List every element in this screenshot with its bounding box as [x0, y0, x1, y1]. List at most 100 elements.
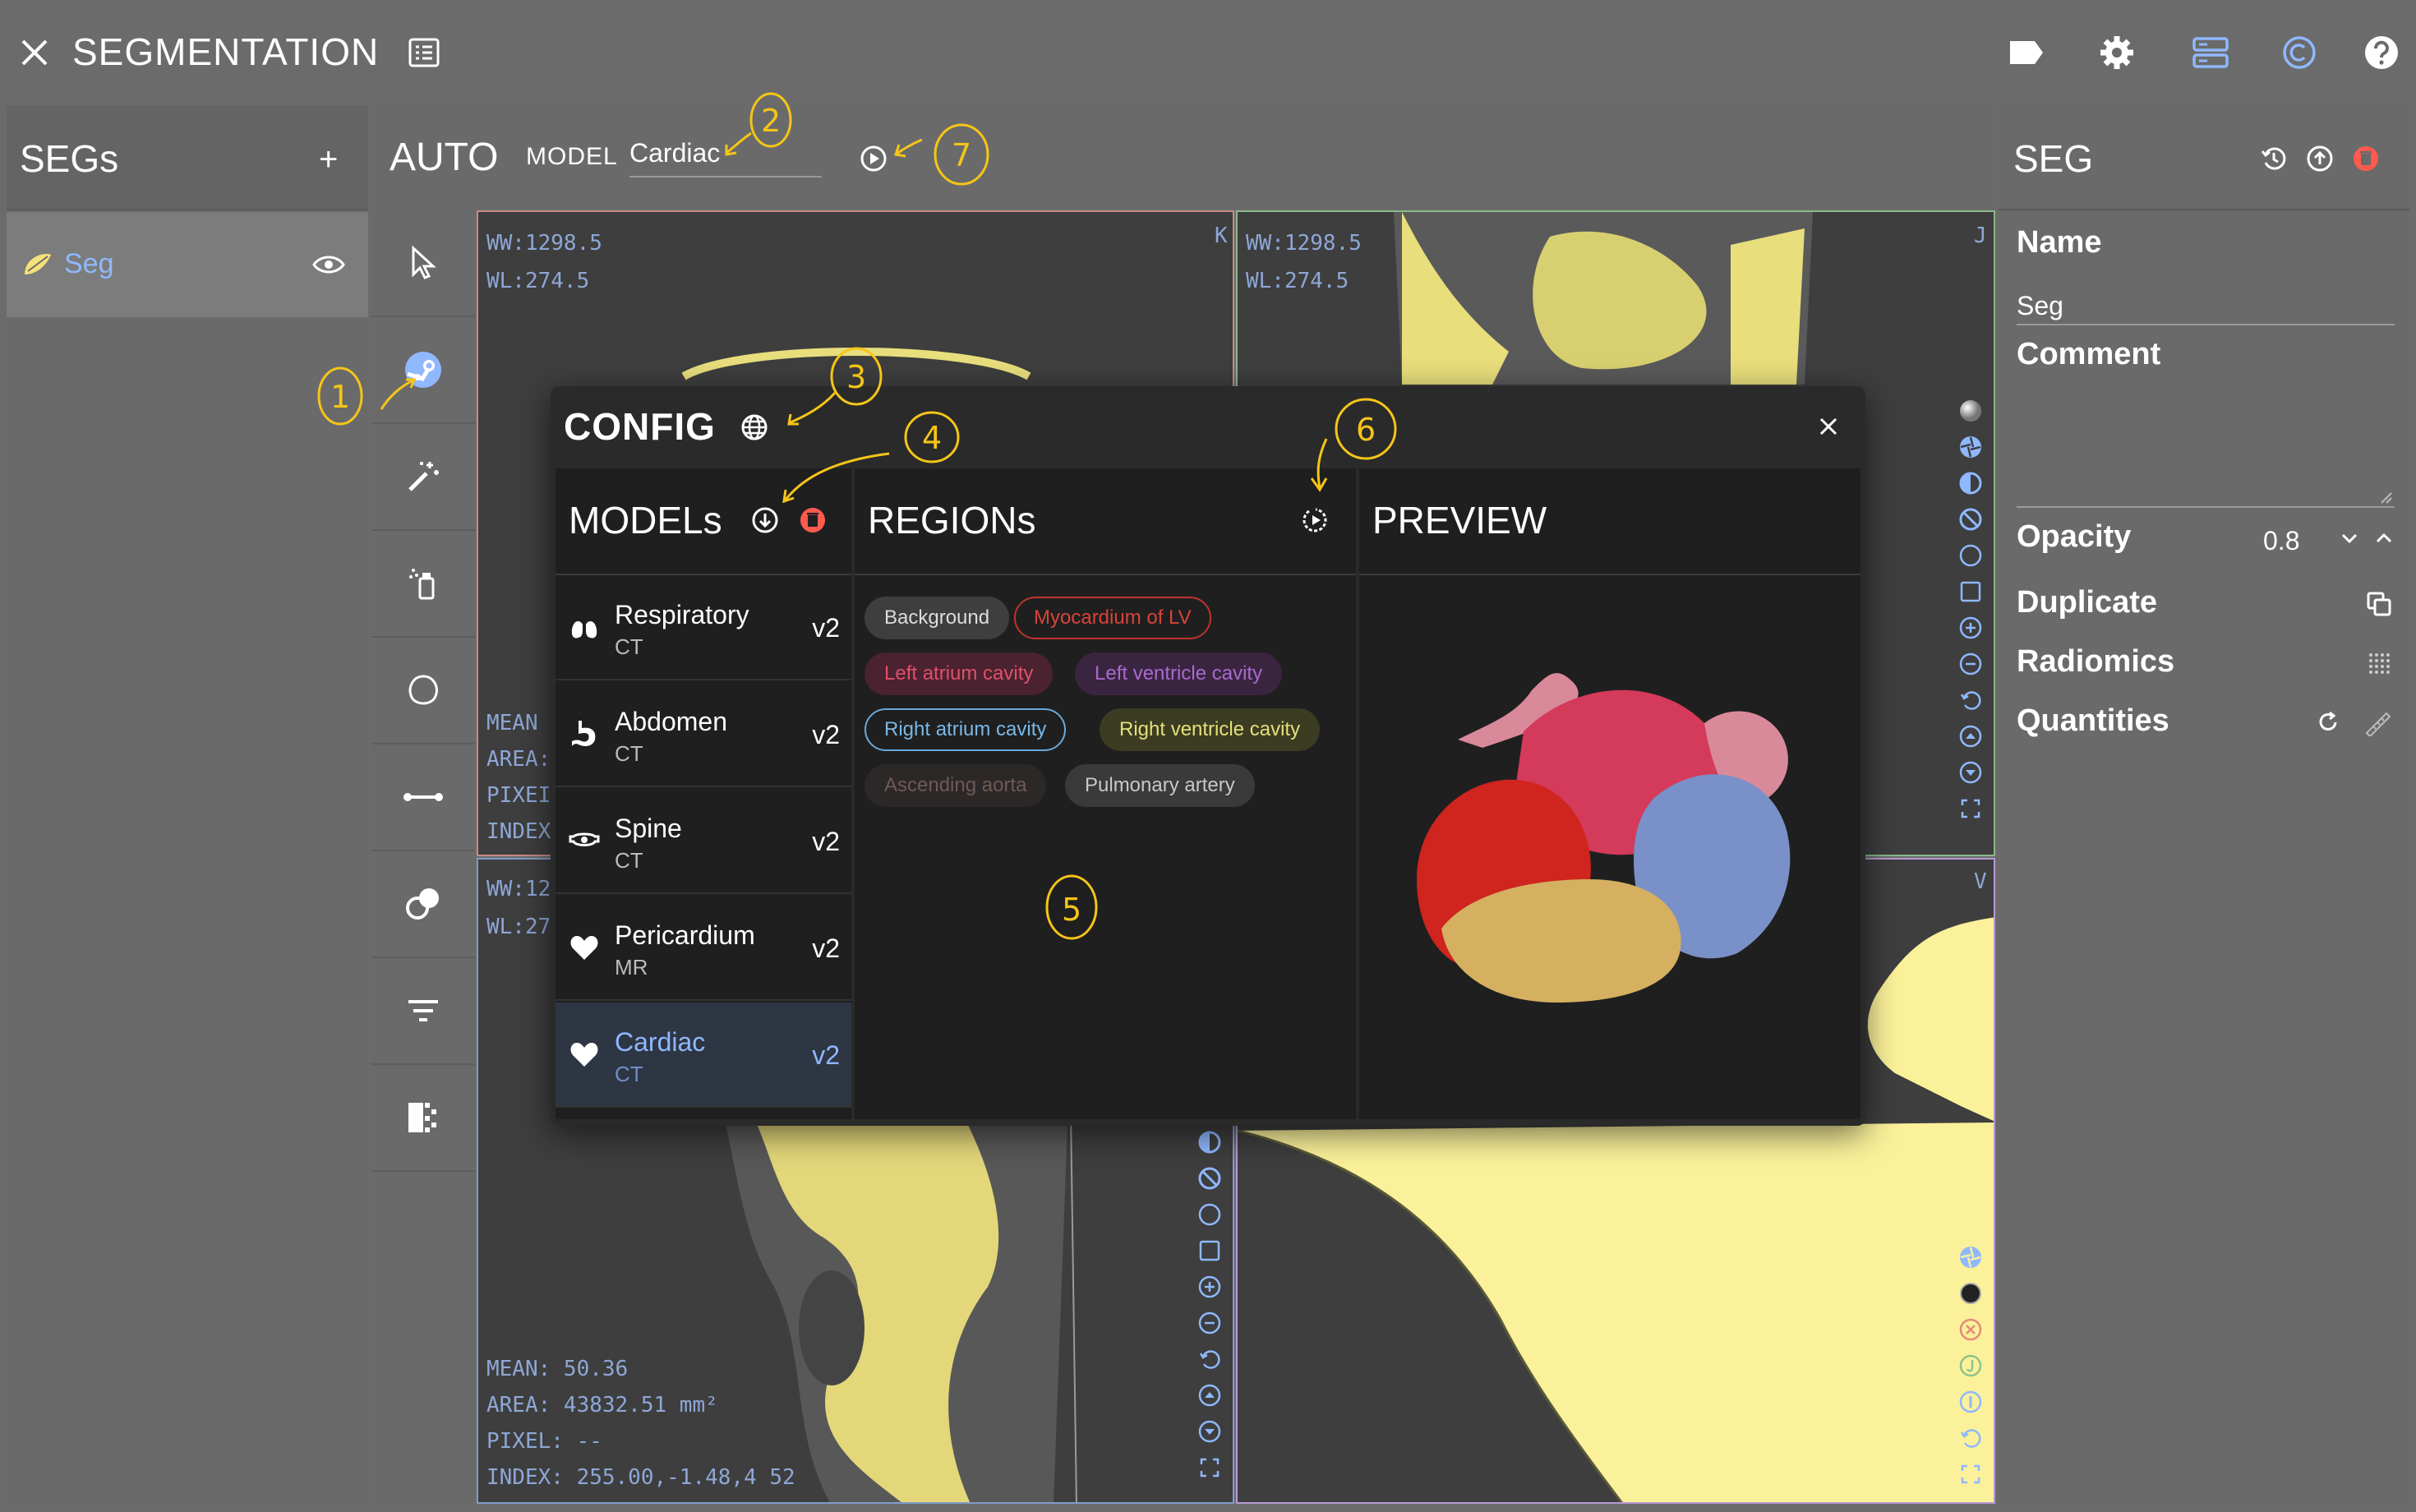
delete-model-icon[interactable] — [799, 506, 827, 534]
region-chip-ascending-aorta[interactable]: Ascending aorta — [865, 764, 1047, 807]
region-chip-left-atrium[interactable]: Left atrium cavity — [865, 652, 1054, 695]
aperture-icon[interactable] — [1956, 1239, 1985, 1275]
zoom-in-icon[interactable] — [1956, 610, 1985, 646]
layers-icon[interactable] — [2189, 31, 2232, 74]
axial-stat-area: AREA: — [486, 747, 551, 772]
upload-icon[interactable] — [2306, 145, 2334, 173]
auto-seg-tool-button[interactable] — [371, 317, 475, 424]
heart-preview-render — [1417, 673, 1791, 1003]
axis-j-icon[interactable] — [1956, 1348, 1985, 1384]
grid-dots-icon[interactable] — [2367, 651, 2391, 675]
rect-roi-icon[interactable] — [1956, 574, 1985, 610]
heart-icon — [569, 1039, 600, 1070]
seg-list-item[interactable]: Seg — [7, 212, 368, 317]
download-icon[interactable] — [751, 506, 779, 534]
seg-panel: SEG Name Seg Comment Opacity 0.8 Duplica… — [1999, 105, 2409, 1504]
label-icon[interactable] — [2005, 31, 2048, 74]
eye-icon[interactable] — [312, 253, 345, 276]
region-chip-right-ventricle[interactable]: Right ventricle cavity — [1100, 708, 1321, 751]
refresh-icon[interactable] — [2316, 710, 2340, 735]
axis-x-icon[interactable] — [1956, 1311, 1985, 1348]
filter-tool-button[interactable] — [371, 958, 475, 1065]
region-chip-right-atrium[interactable]: Right atrium cavity — [865, 708, 1067, 751]
segs-panel: SEGs + Seg — [7, 105, 368, 1504]
model-item-abdomen[interactable]: Abdomen CT v2 — [556, 682, 851, 787]
model-modality: CT — [615, 1062, 643, 1086]
axial-orientation: K — [1215, 224, 1228, 248]
zoom-out-icon[interactable] — [1195, 1305, 1224, 1341]
config-title: CONFIG — [564, 405, 716, 448]
help-icon[interactable] — [2360, 31, 2403, 74]
region-chip-myocardium-lv[interactable]: Myocardium of LV — [1014, 597, 1211, 639]
name-input[interactable]: Seg — [2017, 286, 2395, 325]
play-region-icon[interactable] — [1302, 506, 1330, 534]
history-icon[interactable] — [2260, 145, 2288, 173]
copyright-icon[interactable] — [2278, 31, 2321, 74]
region-chip-pulmonary-artery[interactable]: Pulmonary artery — [1065, 764, 1255, 807]
close-icon[interactable] — [18, 36, 51, 69]
ruler-edit-icon[interactable] — [2363, 708, 2391, 736]
gradient-icon — [408, 1103, 436, 1132]
chevron-up-icon[interactable] — [2373, 528, 2395, 549]
fullscreen-icon[interactable] — [1956, 791, 1985, 827]
model-item-spine[interactable]: Spine CT v2 — [556, 789, 851, 894]
model-modality: CT — [615, 848, 643, 873]
list-icon[interactable] — [408, 36, 440, 69]
slice-down-icon[interactable] — [1195, 1413, 1224, 1450]
quantities-label: Quantities — [2017, 703, 2169, 738]
reset-icon[interactable] — [1195, 1341, 1224, 1377]
ellipse-roi-icon[interactable] — [1956, 537, 1985, 574]
shapes-tool-button[interactable] — [371, 851, 475, 958]
opacity-value[interactable]: 0.8 — [2263, 526, 2299, 556]
reset-icon[interactable] — [1956, 1420, 1985, 1456]
slice-down-icon[interactable] — [1956, 754, 1985, 791]
slice-up-icon[interactable] — [1195, 1377, 1224, 1413]
regions-column: REGIONs Background Myocardium of LV Left… — [855, 468, 1356, 1119]
model-item-respiratory[interactable]: Respiratory CT v2 — [556, 575, 851, 680]
invert-icon[interactable] — [1956, 501, 1985, 537]
tool-column — [371, 210, 475, 1504]
model-modality: MR — [615, 955, 648, 980]
ellipse-roi-icon[interactable] — [1195, 1196, 1224, 1233]
model-item-pericardium[interactable]: Pericardium MR v2 — [556, 896, 851, 1001]
zoom-out-icon[interactable] — [1956, 646, 1985, 682]
axis-i-icon[interactable] — [1956, 1384, 1985, 1420]
ruler-tool-button[interactable] — [371, 744, 475, 851]
play-icon[interactable] — [860, 145, 888, 173]
duplicate-icon[interactable] — [2365, 590, 2393, 618]
spray-tool-button[interactable] — [371, 531, 475, 638]
model-select[interactable]: Cardiac — [629, 138, 822, 177]
contrast-icon[interactable] — [1956, 465, 1985, 501]
sagittal-index: INDEX: 255.00,-1.48,4 52 — [486, 1465, 795, 1490]
rect-roi-icon[interactable] — [1195, 1233, 1224, 1269]
sphere-dark-icon[interactable] — [1956, 1275, 1985, 1311]
contrast-icon[interactable] — [1195, 1124, 1224, 1160]
zoom-in-icon[interactable] — [1195, 1269, 1224, 1305]
invert-icon[interactable] — [1195, 1160, 1224, 1196]
delete-icon[interactable] — [2352, 145, 2380, 173]
magic-wand-tool-button[interactable] — [371, 424, 475, 531]
slice-up-icon[interactable] — [1956, 718, 1985, 754]
fullscreen-icon[interactable] — [1195, 1450, 1224, 1486]
fullscreen-icon[interactable] — [1956, 1456, 1985, 1492]
close-dialog-icon[interactable] — [1816, 414, 1841, 439]
contour-tool-button[interactable] — [371, 638, 475, 744]
region-chip-background[interactable]: Background — [865, 597, 1010, 639]
seg-color-icon — [21, 250, 54, 279]
preview-divider — [1359, 574, 1860, 575]
pointer-tool-button[interactable] — [371, 210, 475, 317]
globe-icon[interactable] — [740, 413, 769, 442]
ruler-icon — [403, 793, 443, 801]
region-chip-left-ventricle[interactable]: Left ventricle cavity — [1075, 652, 1283, 695]
gear-icon[interactable] — [2096, 31, 2138, 74]
reset-icon[interactable] — [1956, 682, 1985, 718]
segs-header: SEGs + — [7, 105, 368, 210]
gradient-tool-button[interactable] — [371, 1065, 475, 1172]
aperture-icon[interactable] — [1956, 429, 1985, 465]
comment-input[interactable] — [2017, 385, 2395, 508]
stomach-icon — [569, 718, 600, 749]
chevron-down-icon[interactable] — [2339, 528, 2360, 549]
sphere-icon[interactable] — [1956, 393, 1985, 429]
add-seg-button[interactable]: + — [319, 141, 338, 178]
model-item-cardiac[interactable]: Cardiac CT v2 — [556, 1003, 851, 1108]
